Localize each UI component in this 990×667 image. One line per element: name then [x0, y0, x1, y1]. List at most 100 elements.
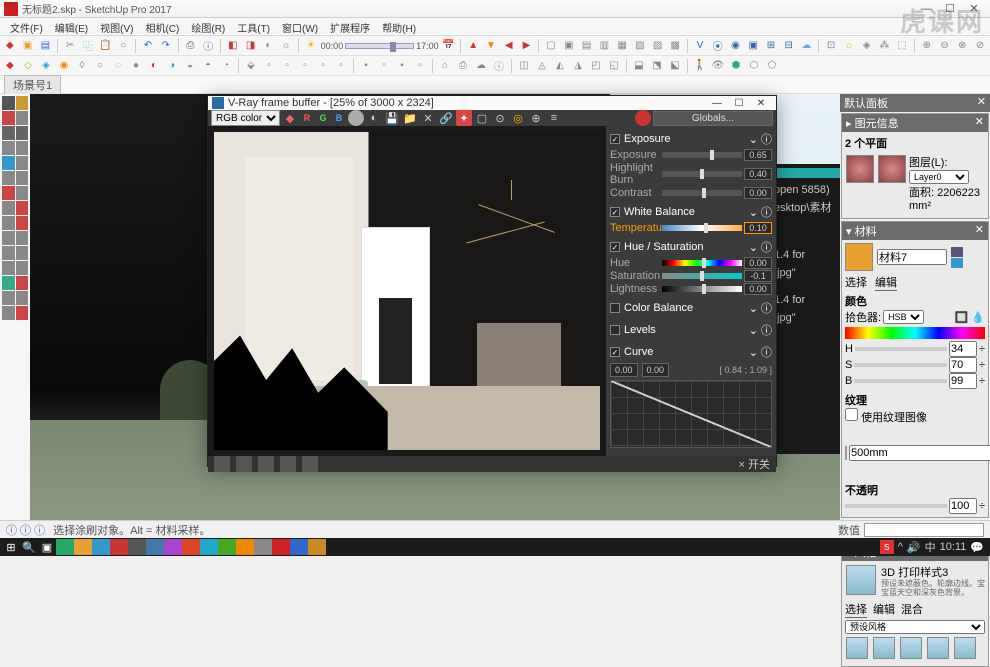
vfb-globals-button[interactable]: Globals...: [653, 111, 773, 126]
box2-icon[interactable]: ▣: [561, 38, 577, 54]
box1-icon[interactable]: ▢: [543, 38, 559, 54]
scale-icon[interactable]: [16, 216, 29, 230]
style10-icon[interactable]: ◑: [164, 58, 180, 74]
measure-input[interactable]: [864, 523, 984, 537]
hue-bar[interactable]: [845, 327, 985, 339]
style-thumb[interactable]: [846, 565, 876, 595]
style3-icon[interactable]: ◈: [38, 58, 54, 74]
minimize-button[interactable]: —: [914, 1, 938, 17]
style-item[interactable]: [873, 637, 895, 659]
look-icon[interactable]: 👁: [710, 58, 726, 74]
pan-icon[interactable]: [16, 276, 29, 290]
light-value[interactable]: 0.00: [744, 283, 772, 295]
view-back-icon[interactable]: ▫: [315, 58, 331, 74]
vfb-render-area[interactable]: [208, 126, 606, 456]
style-item[interactable]: [927, 637, 949, 659]
copy-icon[interactable]: ⿻: [80, 38, 96, 54]
vray-icon[interactable]: V: [692, 38, 708, 54]
vfb-load-icon[interactable]: 📁: [402, 110, 418, 126]
section-icon[interactable]: ⬓: [631, 58, 647, 74]
vfb-channel-select[interactable]: RGB color: [211, 110, 280, 126]
mat-edit-tab[interactable]: 编辑: [875, 274, 897, 291]
style5-icon[interactable]: ◊: [74, 58, 90, 74]
vfb-icon[interactable]: ⊞: [763, 38, 779, 54]
geo-icon[interactable]: ◈: [859, 38, 875, 54]
time-slider[interactable]: [345, 43, 414, 49]
style12-icon[interactable]: ◓: [200, 58, 216, 74]
face3-icon[interactable]: ▪: [394, 58, 410, 74]
erase-icon[interactable]: ○: [115, 38, 131, 54]
offset-icon[interactable]: [2, 201, 15, 215]
opacity-input[interactable]: [949, 498, 977, 514]
shadow-settings-icon[interactable]: ☼: [278, 38, 294, 54]
taskview-icon[interactable]: ▣: [38, 539, 56, 555]
vfb-titlebar[interactable]: V-Ray frame buffer - [25% of 3000 x 2324…: [208, 96, 776, 110]
vfb-tool2-icon[interactable]: ⊕: [528, 110, 544, 126]
curve-check[interactable]: [610, 347, 620, 357]
maximize-button[interactable]: ☐: [938, 1, 962, 17]
menu-tools[interactable]: 工具(T): [231, 18, 276, 35]
menu-help[interactable]: 帮助(H): [376, 18, 422, 35]
vfb-b5-icon[interactable]: [302, 456, 318, 472]
ext3-icon[interactable]: ⬠: [764, 58, 780, 74]
style2-icon[interactable]: ◇: [20, 58, 36, 74]
misc2-icon[interactable]: ⊖: [937, 38, 953, 54]
orbit-icon[interactable]: [2, 276, 15, 290]
eraser-icon[interactable]: [16, 111, 29, 125]
menu-file[interactable]: 文件(F): [4, 18, 49, 35]
open-icon[interactable]: ▣: [20, 38, 36, 54]
asset-icon[interactable]: ⊡: [823, 38, 839, 54]
shape4-icon[interactable]: ▶: [519, 38, 535, 54]
material-swatch[interactable]: [845, 243, 873, 271]
exposure-slider[interactable]: [662, 152, 742, 158]
3dtext-icon[interactable]: [16, 261, 29, 275]
house-icon[interactable]: ⌂: [437, 58, 453, 74]
menu-view[interactable]: 视图(V): [94, 18, 139, 35]
shape2-icon[interactable]: ▼: [483, 38, 499, 54]
model-info-icon[interactable]: ⓘ: [200, 38, 216, 54]
hue-slider[interactable]: [662, 260, 742, 266]
undo-icon[interactable]: ↶: [140, 38, 156, 54]
tray-ime[interactable]: S: [880, 540, 894, 554]
tb-app13[interactable]: [272, 539, 290, 555]
vfb-track-icon[interactable]: ⊙: [492, 110, 508, 126]
vfb-save-icon[interactable]: 💾: [384, 110, 400, 126]
tb-app1[interactable]: [56, 539, 74, 555]
tex-box[interactable]: [845, 446, 847, 460]
temp-slider[interactable]: [662, 225, 742, 231]
render-icon[interactable]: ⦿: [710, 38, 726, 54]
cb-check[interactable]: [610, 303, 620, 313]
arc-icon[interactable]: [2, 171, 15, 185]
tb-app15[interactable]: [308, 539, 326, 555]
entity-info-header[interactable]: ▸ 图元信息✕: [842, 114, 988, 132]
view-right-icon[interactable]: ▫: [297, 58, 313, 74]
mono-icon[interactable]: ◱: [606, 58, 622, 74]
fur-icon[interactable]: ⁂: [876, 38, 892, 54]
vfb-clear-icon[interactable]: ✕: [420, 110, 436, 126]
view-left-icon[interactable]: ▫: [333, 58, 349, 74]
layer-select[interactable]: Layer0: [909, 170, 969, 184]
hsl-check[interactable]: [610, 242, 620, 252]
viewport-icon[interactable]: ▣: [745, 38, 761, 54]
print2-icon[interactable]: ⎙: [455, 58, 471, 74]
vfb-b4-icon[interactable]: [280, 456, 296, 472]
search-icon[interactable]: 🔍: [20, 539, 38, 555]
walk-icon[interactable]: 🚶: [692, 58, 708, 74]
tb-app9[interactable]: [200, 539, 218, 555]
face1-icon[interactable]: ▪: [358, 58, 374, 74]
curve-x[interactable]: 0.00: [610, 363, 638, 377]
layer2-icon[interactable]: ◨: [243, 38, 259, 54]
vfb-stop-icon[interactable]: [635, 110, 651, 126]
mat-btn2[interactable]: [951, 258, 963, 268]
style-edit-tab[interactable]: 编辑: [873, 601, 895, 618]
ext2-icon[interactable]: ⬡: [746, 58, 762, 74]
position-icon[interactable]: [16, 306, 29, 320]
exposure-value[interactable]: 0.65: [744, 149, 772, 161]
light-slider[interactable]: [662, 286, 742, 292]
paint-icon[interactable]: [2, 111, 15, 125]
b-slider[interactable]: [854, 379, 947, 383]
move-icon[interactable]: [16, 201, 29, 215]
opacity-slider[interactable]: [845, 504, 947, 508]
exposure-check[interactable]: [610, 134, 620, 144]
paste-icon[interactable]: 📋: [98, 38, 114, 54]
